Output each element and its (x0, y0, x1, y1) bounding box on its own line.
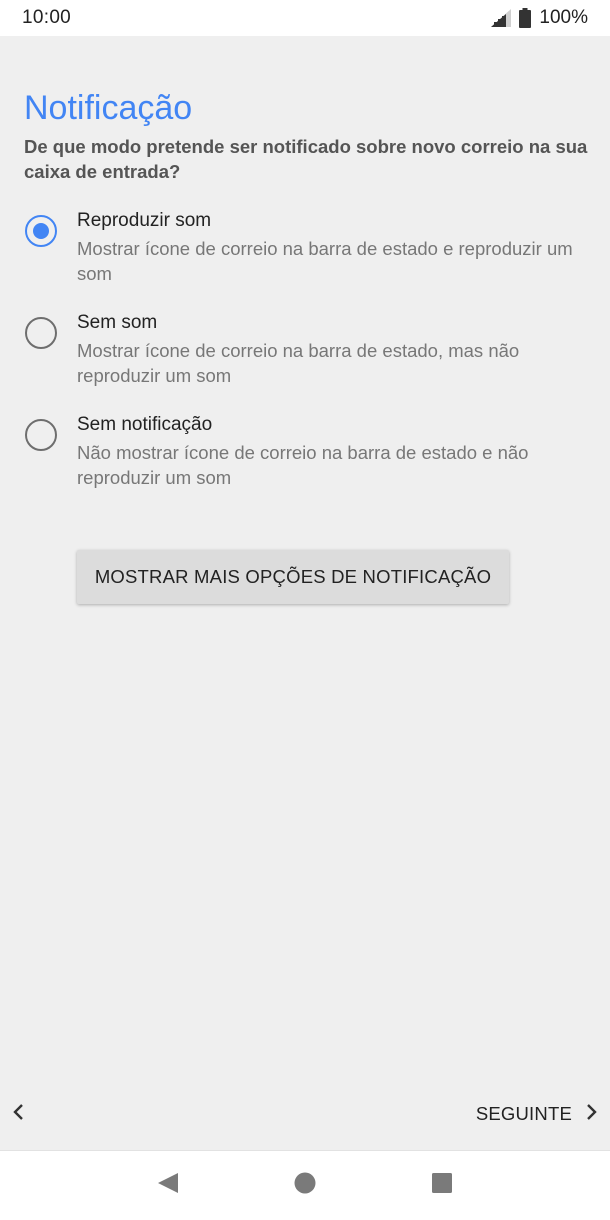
status-bar: 10:00 100% (0, 0, 610, 36)
notification-options: Reproduzir som Mostrar ícone de correio … (24, 208, 594, 514)
nav-recents-button[interactable] (418, 1162, 466, 1210)
radio-dot (33, 223, 49, 239)
system-navigation-bar (0, 1150, 610, 1220)
status-icons: 100% (491, 7, 588, 29)
option-play-sound[interactable]: Reproduzir som Mostrar ícone de correio … (24, 208, 594, 286)
radio-button[interactable] (25, 419, 57, 451)
option-title: Sem som (77, 312, 158, 333)
header: Notificação De que modo pretende ser not… (24, 88, 594, 184)
option-description: Mostrar ícone de correio na barra de est… (77, 340, 520, 386)
option-description: Não mostrar ícone de correio na barra de… (77, 442, 529, 488)
chevron-left-icon (10, 1101, 28, 1128)
page-title: Notificação (24, 89, 193, 127)
battery-percent: 100% (539, 7, 588, 28)
option-no-sound[interactable]: Sem som Mostrar ícone de correio na barr… (24, 310, 594, 388)
option-text: Sem notificação Não mostrar ícone de cor… (77, 412, 594, 490)
next-label: SEGUINTE (475, 1103, 572, 1124)
option-text: Reproduzir som Mostrar ícone de correio … (77, 208, 594, 286)
nav-back-button[interactable] (144, 1162, 192, 1210)
option-description: Mostrar ícone de correio na barra de est… (77, 238, 573, 284)
option-text: Sem som Mostrar ícone de correio na barr… (77, 310, 594, 388)
option-title: Reproduzir som (77, 210, 212, 231)
radio-button-selected[interactable] (25, 215, 57, 247)
step-navigation: SEGUINTE (0, 1090, 610, 1138)
circle-home-icon (293, 1171, 317, 1200)
chevron-right-icon (582, 1101, 600, 1128)
option-no-notification[interactable]: Sem notificação Não mostrar ícone de cor… (24, 412, 594, 490)
square-recents-icon (430, 1171, 454, 1200)
signal-icon (491, 9, 512, 27)
option-title: Sem notificação (77, 414, 213, 435)
screen: 10:00 100% Notificação De que modo prete… (0, 0, 610, 1220)
next-button[interactable]: SEGUINTE (476, 1101, 600, 1128)
page-subtitle: De que modo pretende ser notificado sobr… (24, 136, 588, 182)
back-button[interactable] (10, 1101, 28, 1128)
radio-button[interactable] (25, 317, 57, 349)
status-time: 10:00 (22, 7, 72, 28)
battery-icon (519, 8, 532, 28)
more-notification-options-button[interactable]: MOSTRAR MAIS OPÇÕES DE NOTIFICAÇÃO (77, 550, 509, 604)
triangle-back-icon (156, 1171, 180, 1200)
nav-home-button[interactable] (281, 1162, 329, 1210)
